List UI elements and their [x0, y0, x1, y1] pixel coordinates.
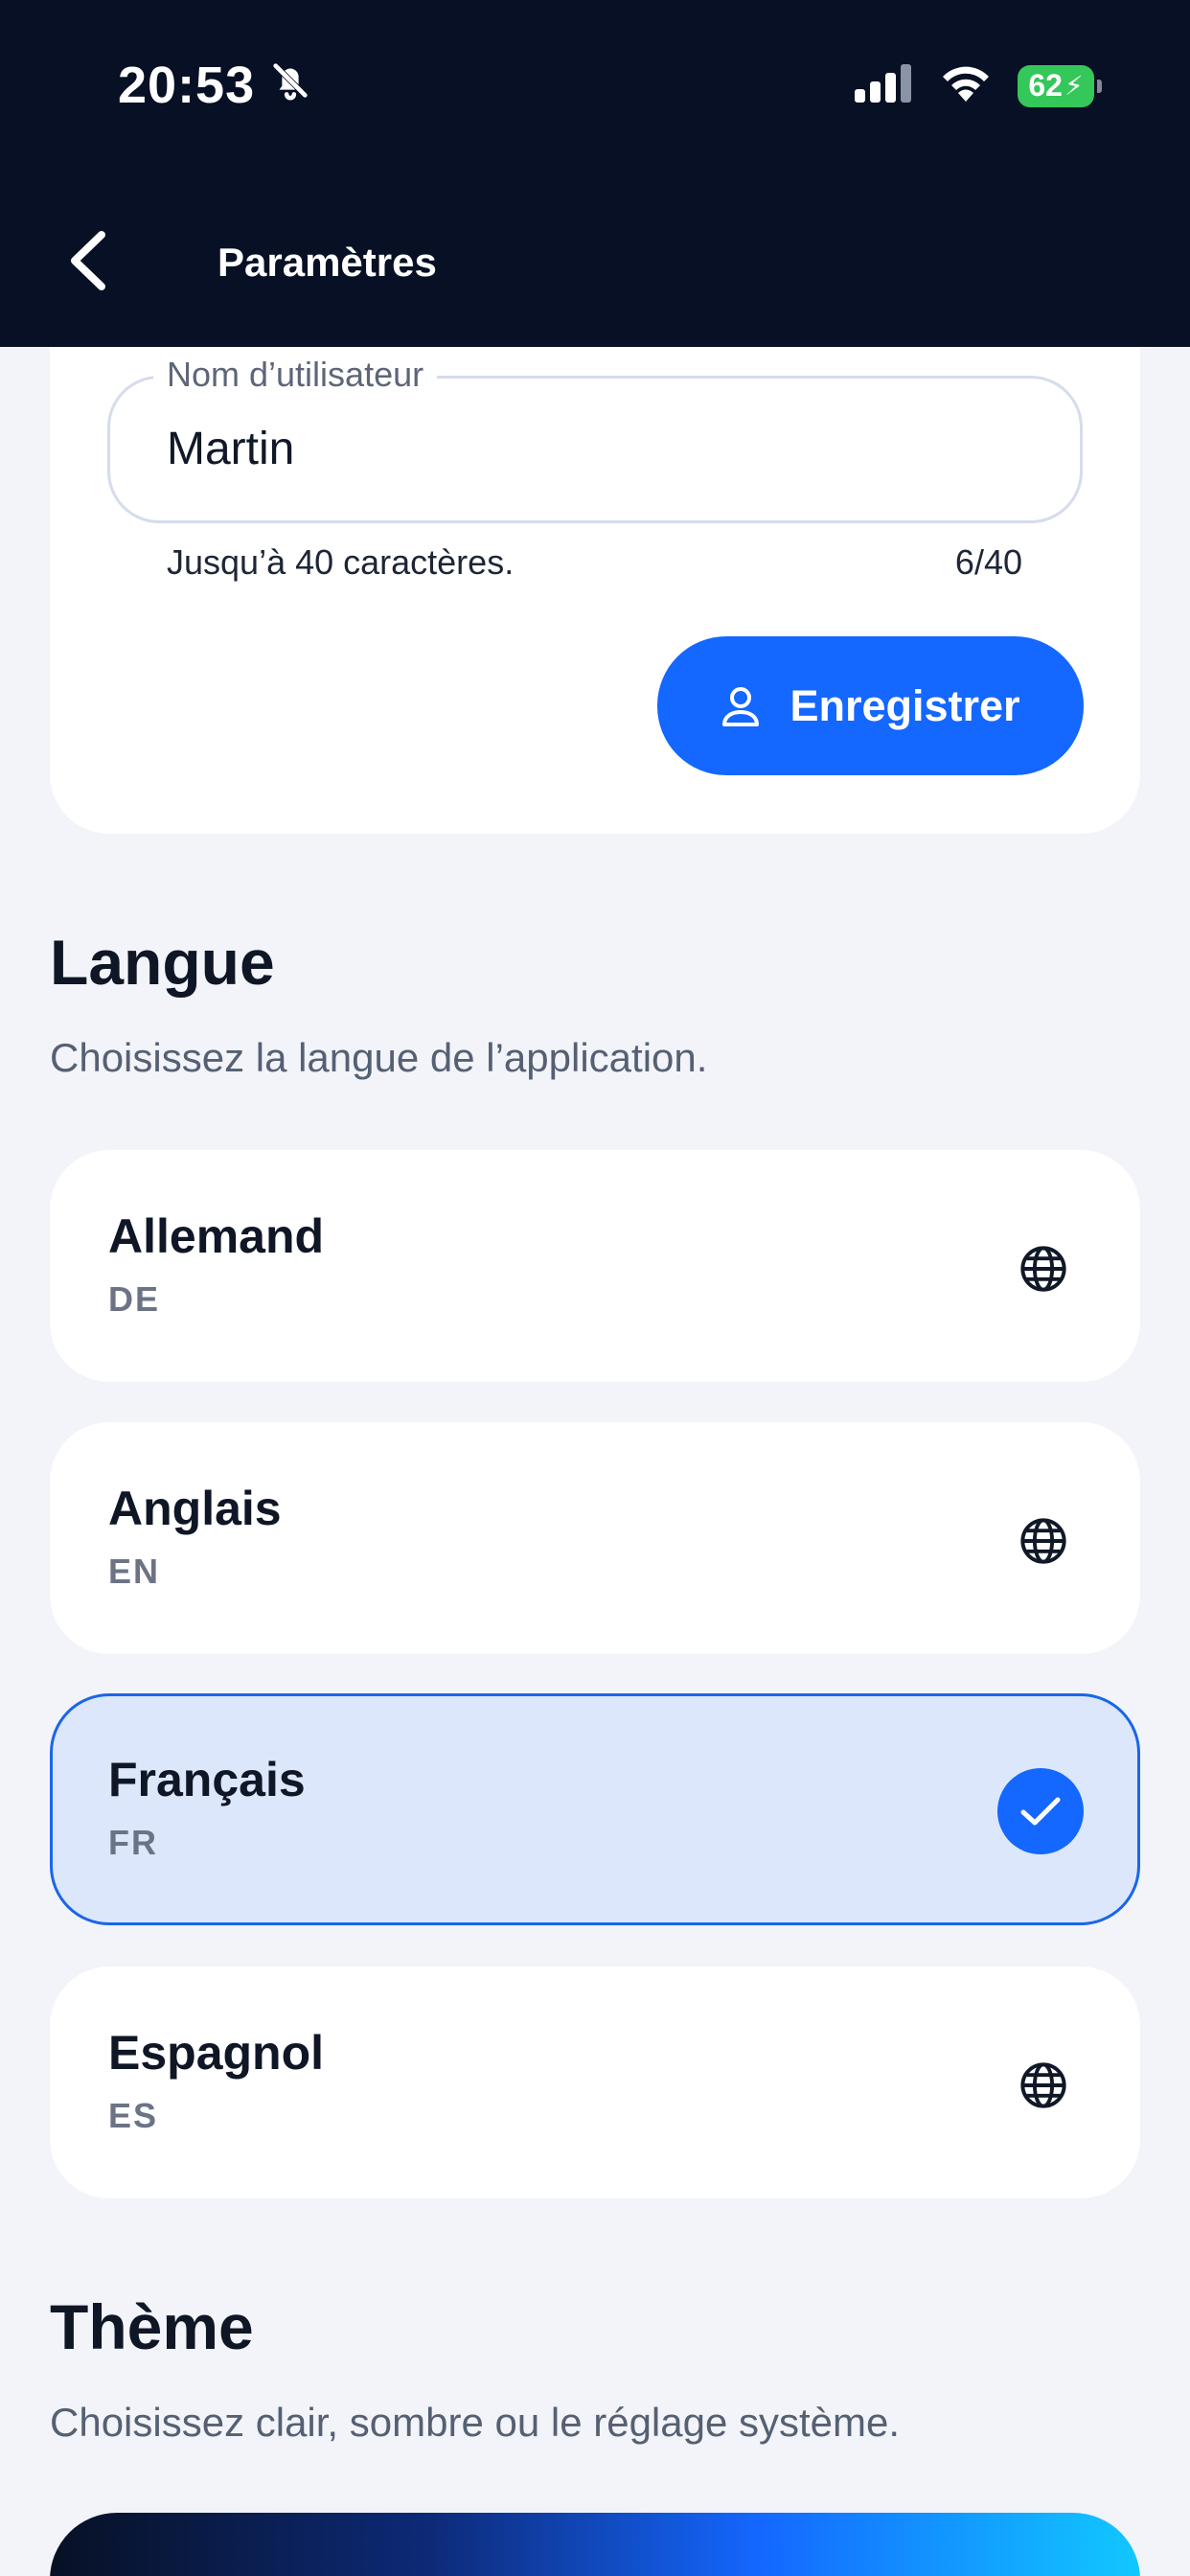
theme-option-card[interactable] [50, 2513, 1140, 2576]
page-title: Paramètres [217, 240, 437, 285]
language-code: FR [108, 1823, 158, 1862]
globe-icon [1020, 1246, 1066, 1292]
save-button-label: Enregistrer [790, 680, 1020, 730]
bell-muted-icon [268, 56, 312, 115]
language-section-title: Langue [50, 927, 275, 998]
username-label: Nom d’utilisateur [153, 355, 438, 395]
language-name: Français [108, 1753, 306, 1806]
top-bar: 20:53 62 ⚡ Paramètres [0, 0, 1190, 347]
status-time: 20:53 [118, 57, 256, 114]
language-option-de[interactable]: Allemand DE [50, 1150, 1140, 1382]
battery-level: 62 [1028, 68, 1063, 103]
language-section-subtitle: Choisissez la langue de l’application. [50, 1035, 708, 1080]
status-indicators: 62 ⚡ [855, 63, 1102, 108]
language-name: Anglais [108, 1482, 282, 1535]
username-input[interactable] [167, 418, 1029, 479]
user-icon [722, 686, 760, 726]
theme-section-subtitle: Choisissez clair, sombre ou le réglage s… [50, 2400, 901, 2445]
username-char-counter: 6/40 [954, 542, 1022, 582]
language-option-en[interactable]: Anglais EN [50, 1422, 1140, 1654]
language-name: Espagnol [108, 2026, 325, 2080]
language-option-es[interactable]: Espagnol ES [50, 1966, 1140, 2198]
globe-icon [1020, 1518, 1066, 1564]
wifi-icon [939, 63, 993, 108]
globe-icon [1020, 2062, 1066, 2108]
check-icon [997, 1768, 1084, 1854]
username-helper-text: Jusqu’à 40 caractères. [167, 542, 515, 582]
language-option-fr[interactable]: Français FR [50, 1693, 1140, 1925]
back-button[interactable] [61, 226, 115, 295]
chevron-left-icon [71, 231, 105, 290]
language-code: EN [108, 1552, 161, 1591]
language-code: DE [108, 1279, 161, 1319]
save-button[interactable]: Enregistrer [657, 636, 1084, 775]
signal-icon [855, 64, 914, 107]
language-code: ES [108, 2096, 159, 2135]
charging-bolt-icon: ⚡ [1064, 71, 1084, 101]
theme-section-title: Thème [50, 2291, 254, 2362]
battery-indicator: 62 ⚡ [1018, 64, 1102, 107]
language-name: Allemand [108, 1209, 325, 1263]
status-time-group: 20:53 [118, 56, 312, 115]
